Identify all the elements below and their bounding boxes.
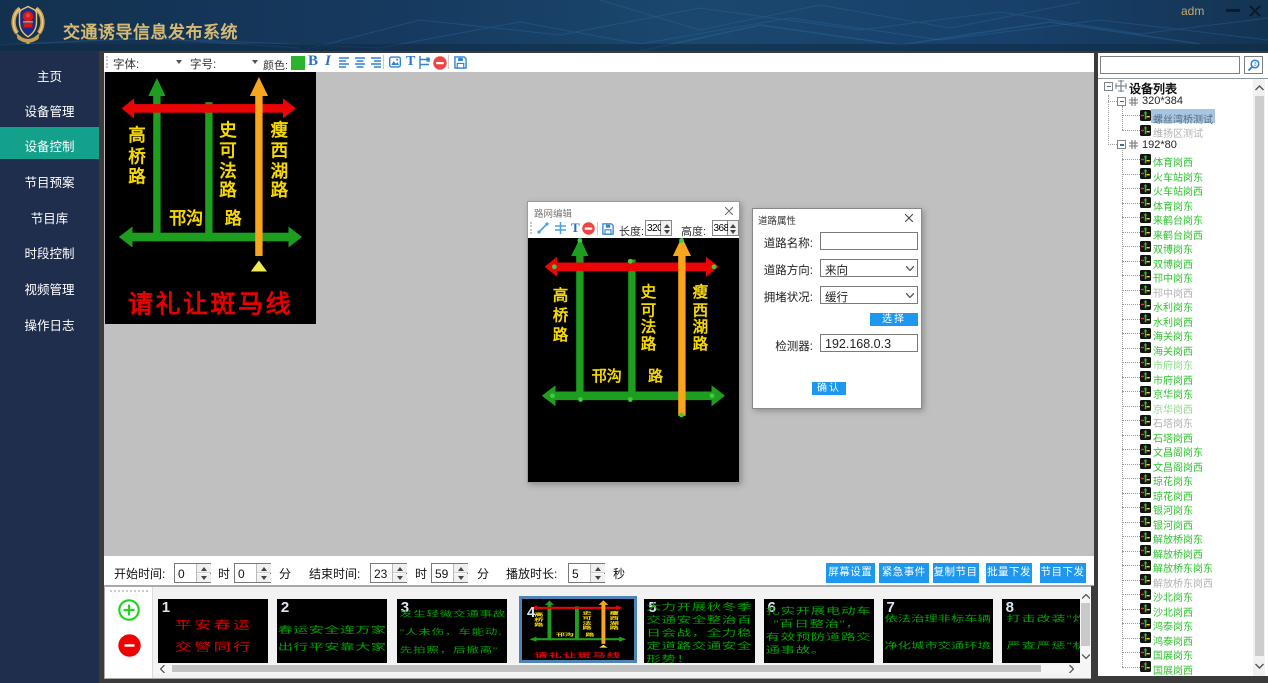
svg-text:法: 法 (641, 317, 657, 336)
svg-text:湖: 湖 (271, 161, 289, 181)
svg-text:高: 高 (553, 286, 569, 305)
svg-text:路: 路 (271, 180, 289, 200)
svg-text:路: 路 (693, 334, 709, 353)
svg-text:瘦: 瘦 (271, 120, 289, 140)
svg-text:西: 西 (693, 301, 709, 319)
svg-text:路: 路 (648, 367, 664, 385)
svg-text:桥: 桥 (128, 147, 146, 167)
svg-text:路: 路 (641, 334, 657, 353)
svg-text:路: 路 (553, 325, 569, 344)
svg-text:可: 可 (582, 615, 591, 620)
svg-text:西: 西 (271, 140, 289, 160)
svg-text:可: 可 (219, 140, 237, 160)
svg-text:湖: 湖 (693, 318, 709, 336)
svg-text:史: 史 (219, 120, 237, 140)
svg-text:桥: 桥 (553, 306, 569, 325)
svg-text:路: 路 (534, 621, 544, 626)
svg-text:瘦: 瘦 (693, 282, 709, 301)
svg-text:请礼让斑马线: 请礼让斑马线 (534, 651, 621, 659)
svg-text:法: 法 (219, 161, 237, 181)
svg-text:路: 路 (225, 208, 243, 228)
svg-text:3: 3 (1254, 62, 1257, 68)
svg-text:西: 西 (610, 615, 619, 620)
svg-text:请礼让斑马线: 请礼让斑马线 (128, 290, 293, 319)
svg-text:邗沟: 邗沟 (169, 208, 203, 228)
svg-text:桥: 桥 (534, 616, 544, 621)
svg-text:史: 史 (641, 282, 657, 301)
svg-text:路: 路 (610, 625, 620, 630)
svg-text:高: 高 (534, 611, 543, 616)
svg-text:路: 路 (582, 625, 592, 630)
svg-text:邗沟: 邗沟 (592, 367, 622, 385)
svg-text:路: 路 (128, 167, 146, 187)
svg-text:高: 高 (128, 125, 146, 145)
svg-text:可: 可 (641, 302, 657, 319)
svg-text:路: 路 (219, 180, 237, 200)
svg-text:史: 史 (581, 610, 593, 615)
svg-text:瘦: 瘦 (610, 610, 620, 615)
